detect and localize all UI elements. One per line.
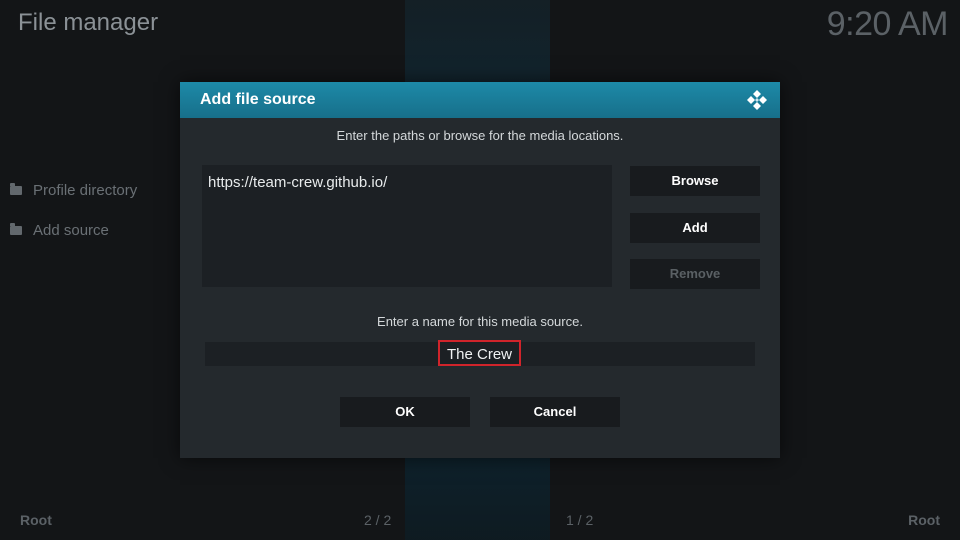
footer-right-root: Root bbox=[908, 512, 940, 528]
footer-right-page: 1 / 2 bbox=[566, 512, 594, 528]
browse-button[interactable]: Browse bbox=[630, 166, 760, 196]
list-item-label: Add source bbox=[33, 221, 109, 239]
add-button[interactable]: Add bbox=[630, 213, 760, 243]
path-list[interactable]: https://team-crew.github.io/ bbox=[202, 165, 612, 287]
cancel-button[interactable]: Cancel bbox=[490, 397, 620, 427]
remove-button[interactable]: Remove bbox=[630, 259, 760, 289]
list-item-add-source[interactable]: Add source bbox=[10, 210, 137, 250]
kodi-logo-icon bbox=[747, 90, 767, 110]
folder-icon bbox=[10, 182, 22, 195]
dialog-title: Add file source bbox=[200, 91, 316, 108]
list-item-profile-directory[interactable]: Profile directory bbox=[10, 170, 137, 210]
source-list: Profile directory Add source bbox=[10, 170, 137, 250]
add-file-source-dialog: Add file source Enter the paths or brows… bbox=[180, 82, 780, 458]
ok-button[interactable]: OK bbox=[340, 397, 470, 427]
clock: 9:20 AM bbox=[826, 5, 949, 43]
path-value[interactable]: https://team-crew.github.io/ bbox=[208, 174, 387, 191]
footer-left-page: 2 / 2 bbox=[364, 512, 392, 528]
name-instruction: Enter a name for this media source. bbox=[377, 314, 583, 329]
folder-icon bbox=[10, 222, 22, 235]
page-title: File manager bbox=[18, 9, 159, 36]
list-item-label: Profile directory bbox=[33, 181, 138, 199]
source-name-input[interactable]: The Crew bbox=[438, 340, 522, 366]
path-instruction: Enter the paths or browse for the media … bbox=[336, 128, 624, 143]
dialog-header: Add file source bbox=[180, 82, 780, 118]
footer-left-root: Root bbox=[20, 512, 52, 528]
